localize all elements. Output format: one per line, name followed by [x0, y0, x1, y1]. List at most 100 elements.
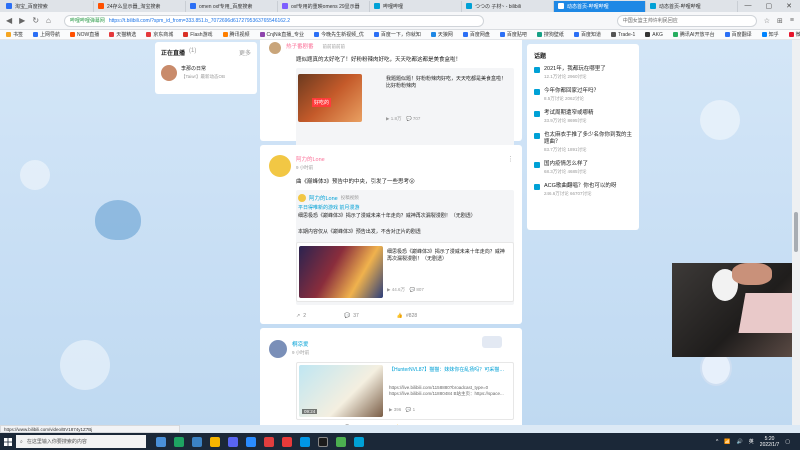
video-thumbnail[interactable]: [299, 246, 383, 298]
topics-list: 2021年，我都玩在哪里了 12.1万讨论 2960讨论 今年你都回家过年吗？ 8.5…: [534, 66, 632, 197]
bookmark-item[interactable]: 微博: [788, 31, 800, 38]
bookmark-item[interactable]: 知乎: [761, 31, 779, 38]
bookmark-item[interactable]: 百度翻译: [724, 31, 752, 38]
bookmark-item[interactable]: 上网导航: [33, 31, 60, 38]
scroll-thumb[interactable]: [794, 212, 798, 252]
discord-icon[interactable]: [228, 436, 238, 447]
search-input[interactable]: 中国女篮主帅许利民回应: [616, 14, 757, 27]
app-icon[interactable]: [336, 436, 346, 447]
topic-item[interactable]: 国内疫情怎么样了 68.3万讨论 4685讨论: [534, 161, 632, 175]
video-stats: ▶ 1.8万 💬 707: [386, 116, 421, 121]
browser-tab[interactable]: 动态首页-哔哩哔哩: [554, 0, 646, 12]
post-username[interactable]: 热子番剧番: [286, 42, 314, 50]
browser-tab[interactable]: 24存么显示器_淘宝搜索: [94, 0, 186, 12]
avatar[interactable]: [269, 340, 287, 358]
video-thumbnail[interactable]: 好吃的: [298, 74, 362, 122]
tab-favicon-icon: [282, 3, 288, 9]
repost-tags[interactable]: 平日得唯新的游戏 前月漫游: [298, 205, 518, 212]
avatar[interactable]: [269, 42, 281, 54]
windows-start-icon[interactable]: [0, 433, 16, 450]
video-title[interactable]: 【HunterNVL87】猫猫：妹妹你在乱扬吗？可采猫…: [389, 367, 509, 374]
app-icon[interactable]: [246, 436, 256, 447]
refresh-icon[interactable]: ↻: [32, 16, 39, 25]
avatar[interactable]: [298, 194, 306, 202]
close-icon[interactable]: ✕: [786, 2, 792, 10]
notification-icon[interactable]: ▢: [785, 439, 790, 445]
browser-tab[interactable]: 淘宝_百度搜索: [2, 0, 94, 12]
browser-tab[interactable]: つつの 子材~ - bilibili: [462, 0, 554, 12]
menu-icon[interactable]: ≡: [790, 17, 794, 25]
repost-username[interactable]: 阿力的Lone: [309, 194, 338, 202]
topic-item[interactable]: 考试周期遭窄或哪精 33.9万讨论 8695讨论: [534, 110, 632, 124]
home-icon[interactable]: ⌂: [46, 16, 51, 25]
bookmark-item[interactable]: 百度网盘: [462, 31, 490, 38]
visual-studio-icon[interactable]: [192, 436, 202, 447]
bookmark-item[interactable]: Flash游戏: [183, 31, 213, 38]
bookmark-item[interactable]: 天狼网: [430, 31, 453, 38]
video-thumbnail[interactable]: 09:24: [299, 365, 383, 417]
tray-arrow-icon[interactable]: ^: [716, 439, 718, 445]
window-controls: — ▢ ✕: [745, 2, 800, 10]
bilibili-icon[interactable]: [354, 436, 364, 447]
video-embed[interactable]: 09:24 【HunterNVL87】猫猫：妹妹你在乱扬吗？可采猫… https…: [296, 362, 514, 420]
task-view-icon[interactable]: [156, 436, 166, 447]
bookmark-item[interactable]: 今晚先生新视频_优: [314, 31, 364, 38]
live-item[interactable]: 李那の日常 【Taiwr】最新动态OB: [161, 65, 251, 81]
steam-icon[interactable]: [318, 436, 328, 447]
more-options-icon[interactable]: ⋮: [507, 155, 514, 163]
volume-icon[interactable]: 🔊: [737, 439, 743, 445]
bookmark-item[interactable]: 京东商城: [146, 31, 173, 38]
comment-button[interactable]: 💬 37: [344, 313, 359, 319]
browser-tab[interactable]: 哔哩哔哩: [370, 0, 462, 12]
minimize-icon[interactable]: —: [745, 2, 752, 10]
bookmark-label: 百度贴吧: [506, 32, 527, 38]
maximize-icon[interactable]: ▢: [766, 2, 773, 10]
app-icon[interactable]: [282, 436, 292, 447]
forward-icon[interactable]: ▶: [19, 16, 25, 25]
browser-tab[interactable]: 动态首页-哔哩哔哩: [646, 0, 738, 12]
edge-icon[interactable]: [174, 436, 184, 447]
live-more-link[interactable]: 更多: [239, 48, 251, 57]
file-explorer-icon[interactable]: [210, 436, 220, 447]
back-icon[interactable]: ◀: [6, 16, 12, 25]
network-icon[interactable]: 📶: [724, 439, 730, 445]
topic-item[interactable]: 今年你都回家过年吗？ 8.5万讨论 2062讨论: [534, 88, 632, 102]
360-browser-icon[interactable]: [300, 436, 310, 447]
avatar[interactable]: [269, 155, 291, 177]
bookmark-item[interactable]: 书签: [6, 31, 23, 38]
topic-item[interactable]: 也太麻衣手推了多少名你你到我的主题曲？ 83.7万讨论 1891讨论: [534, 132, 632, 153]
bookmark-item[interactable]: 腾讯视频: [222, 31, 250, 38]
bookmark-item[interactable]: 搜狗壁纸: [536, 31, 564, 38]
browser-tab[interactable]: oxf专用的重映omens 29显示器: [278, 0, 370, 12]
bookmark-item[interactable]: 百度贴吧: [499, 31, 527, 38]
bookmark-item[interactable]: NOW直播: [70, 31, 99, 38]
bookmark-favicon-icon: [183, 32, 189, 37]
video-title[interactable]: 我题题似题！好粉粉辣肉好吃，天天吃都是美食盒啦！比好粉粉辣肉: [386, 76, 506, 90]
extensions-icon[interactable]: ⊞: [777, 17, 783, 25]
post-username[interactable]: 桐凉爱: [292, 340, 309, 348]
bookmark-item[interactable]: CnjNik直播_专业: [259, 31, 304, 38]
topic-item[interactable]: ACG歌曲翻唱？你也可以的呀 246.6万讨论 66707讨论: [534, 183, 632, 197]
clock[interactable]: 5:20 2022/1/7: [760, 436, 779, 448]
taskbar-search[interactable]: ⌕ 在这里输入你要搜索的内容: [16, 435, 146, 448]
video-title[interactable]: 细思极恐《巅峰体3》揭示了漫威未来十年走向？威神再次漏裂漫剧！（无剧透）: [387, 249, 507, 263]
bookmark-item[interactable]: 百度知道: [573, 31, 601, 38]
address-input[interactable]: 哔哩哔哩弹幕网 https://t.bilibili.com/?spm_id_f…: [63, 14, 484, 27]
vertical-scrollbar[interactable]: [792, 40, 800, 425]
video-embed[interactable]: 好吃的 我题题似题！好粉粉辣肉好吃，天天吃都是美食盒啦！比好粉粉辣肉 ▶ 1.8…: [296, 68, 514, 148]
video-embed[interactable]: 细思极恐《巅峰体3》揭示了漫威未来十年走向？威神再次漏裂漫剧！（无剧透） ▶ 4…: [296, 242, 514, 302]
topic-item[interactable]: 2021年，我都玩在哪里了 12.1万讨论 2960讨论: [534, 66, 632, 80]
bookmark-item[interactable]: Trade-1: [610, 32, 635, 38]
bookmark-item[interactable]: 腾讯AI开放平台: [672, 31, 715, 38]
bookmark-item[interactable]: AKG: [645, 32, 663, 38]
repost-block[interactable]: 阿力的Lone 投稿视频 平日得唯新的游戏 前月漫游 细思极恐《巅峰体3》揭示了…: [296, 190, 514, 305]
bookmark-item[interactable]: 百度一下，你就知: [373, 31, 421, 38]
share-button[interactable]: ↗ 2: [296, 313, 306, 319]
input-language[interactable]: 英: [749, 438, 754, 445]
star-icon[interactable]: ☆: [764, 17, 770, 25]
browser-tab[interactable]: omen oxf专用_百度搜索: [186, 0, 278, 12]
netease-music-icon[interactable]: [264, 436, 274, 447]
bookmark-item[interactable]: 天猫精选: [109, 31, 136, 38]
post-username[interactable]: 阿力的Lone: [296, 155, 325, 163]
like-button[interactable]: 👍 #828: [397, 313, 417, 319]
